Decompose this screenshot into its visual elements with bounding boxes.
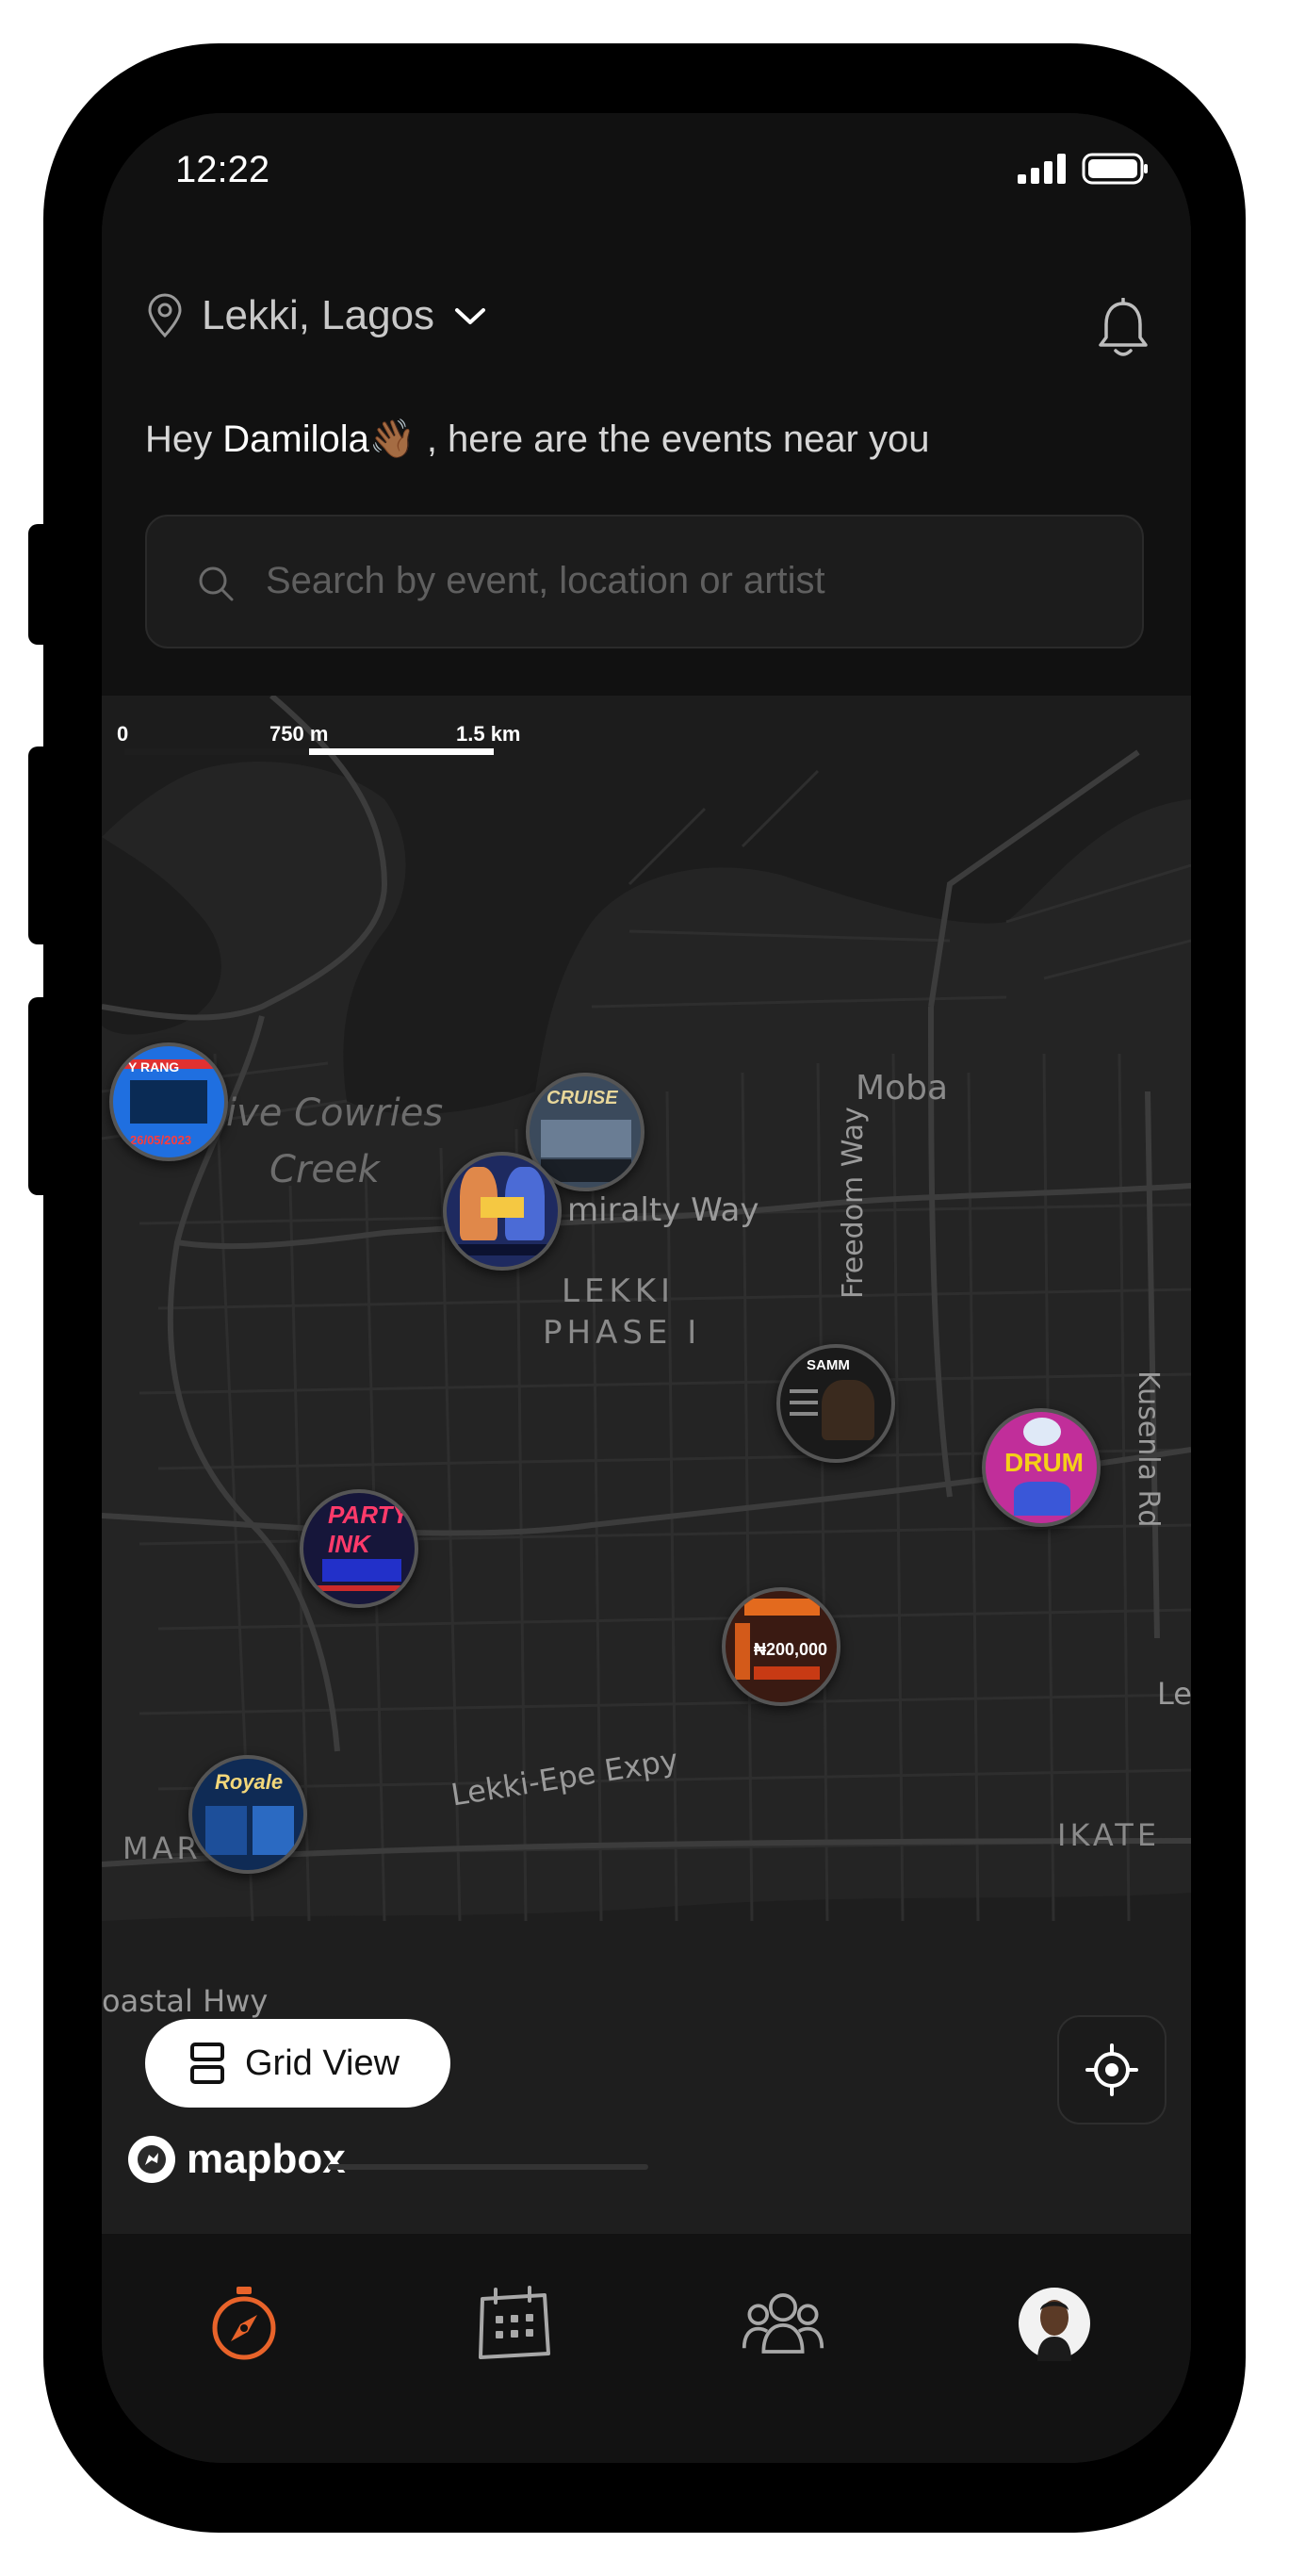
map-label-moba: Moba bbox=[856, 1069, 948, 1108]
map-label-le: Le bbox=[1157, 1676, 1191, 1712]
mute-switch bbox=[28, 524, 49, 645]
scale-max: 1.5 km bbox=[456, 722, 521, 746]
event-pin-label: SAMM bbox=[807, 1357, 850, 1373]
greeting-prefix: Hey bbox=[145, 418, 213, 460]
community-icon bbox=[742, 2293, 824, 2354]
header-area: 12:22 Lekki, Lagos Hey Damilola👋🏾 , here… bbox=[102, 113, 1191, 696]
event-pin[interactable]: ₦200,000 bbox=[722, 1587, 840, 1706]
map-label-freedom-way: Freedom Way bbox=[837, 1107, 870, 1299]
search-input[interactable]: Search by event, location or artist bbox=[266, 560, 825, 602]
scale-zero: 0 bbox=[117, 722, 129, 746]
location-label: Lekki, Lagos bbox=[202, 292, 435, 338]
tab-profile[interactable] bbox=[1012, 2281, 1097, 2366]
location-pin-icon bbox=[148, 293, 182, 338]
event-pin-label: Y RANG bbox=[128, 1059, 180, 1075]
event-pin-label: Royale bbox=[215, 1770, 284, 1794]
map-label-admiralty-way: miralty Way bbox=[567, 1191, 759, 1229]
app-screen: 12:22 Lekki, Lagos Hey Damilola👋🏾 , here… bbox=[102, 113, 1191, 2463]
profile-avatar bbox=[1019, 2288, 1090, 2361]
map-label-creek-2: Creek bbox=[269, 1148, 380, 1191]
greeting-text: Hey Damilola👋🏾 , here are the events nea… bbox=[145, 417, 929, 461]
greeting-suffix: , here are the events near you bbox=[426, 418, 930, 460]
event-pin[interactable]: PARTY INK bbox=[300, 1489, 418, 1608]
event-pin[interactable] bbox=[443, 1152, 562, 1271]
location-selector[interactable]: Lekki, Lagos bbox=[145, 292, 489, 339]
map-label-creek-1: ive Cowries bbox=[226, 1091, 444, 1135]
grid-view-label: Grid View bbox=[245, 2043, 400, 2083]
map-label-ikate: IKATE bbox=[1057, 1817, 1161, 1853]
scale-mid: 750 m bbox=[269, 722, 329, 746]
event-pin[interactable]: Y RANG 26/05/2023 bbox=[109, 1042, 228, 1161]
mapbox-attribution[interactable]: mapbox bbox=[126, 2134, 346, 2185]
event-pin-date: 26/05/2023 bbox=[130, 1133, 192, 1147]
search-bar[interactable]: Search by event, location or artist bbox=[145, 515, 1144, 648]
user-name: Damilola👋🏾 bbox=[222, 418, 416, 460]
calendar-icon bbox=[479, 2286, 550, 2359]
event-pin-label: PARTY INK bbox=[328, 1501, 409, 1558]
bottom-tab-bar bbox=[102, 2232, 1191, 2463]
mapbox-wordmark: mapbox bbox=[187, 2136, 346, 2182]
map-scroll-indicator bbox=[328, 2164, 648, 2170]
chevron-down-icon bbox=[455, 308, 486, 324]
search-icon bbox=[199, 566, 234, 601]
events-map[interactable]: 0 750 m 1.5 km ive Cowries Creek Moba mi… bbox=[102, 696, 1191, 2232]
compass-icon bbox=[212, 2287, 276, 2360]
map-label-kusenla-rd: Kusenla Rd bbox=[1132, 1370, 1165, 1528]
event-pin-label: ₦200,000 bbox=[754, 1640, 828, 1659]
mapbox-logo-icon bbox=[128, 2136, 175, 2183]
map-label-lekki-1: LEKKI bbox=[562, 1272, 676, 1310]
event-pin[interactable]: SAMM bbox=[776, 1344, 895, 1463]
map-label-mar: MAR bbox=[122, 1830, 202, 1866]
event-pin-label: CRUISE bbox=[547, 1088, 618, 1108]
crosshair-icon bbox=[1085, 2043, 1138, 2096]
volume-down-button bbox=[28, 997, 49, 1195]
status-time: 12:22 bbox=[175, 149, 270, 190]
recenter-location-button[interactable] bbox=[1057, 2015, 1167, 2125]
event-pin[interactable]: Royale bbox=[188, 1755, 307, 1874]
status-icons bbox=[1018, 153, 1150, 185]
tab-community[interactable] bbox=[741, 2281, 825, 2366]
notification-bell-icon[interactable] bbox=[1095, 298, 1151, 360]
map-label-coastal-hwy: oastal Hwy bbox=[102, 1983, 269, 2019]
event-pin[interactable]: DRUM bbox=[982, 1408, 1101, 1527]
tab-calendar[interactable] bbox=[471, 2281, 556, 2366]
map-label-lekki-2: PHASE I bbox=[543, 1314, 702, 1352]
event-pin-label: DRUM bbox=[1004, 1448, 1084, 1477]
signal-icon bbox=[1018, 154, 1066, 184]
tab-explore[interactable] bbox=[202, 2281, 286, 2366]
grid-view-button[interactable]: Grid View bbox=[145, 2019, 450, 2108]
volume-up-button bbox=[28, 747, 49, 944]
battery-icon bbox=[1082, 153, 1148, 185]
grid-view-icon bbox=[190, 2043, 224, 2084]
